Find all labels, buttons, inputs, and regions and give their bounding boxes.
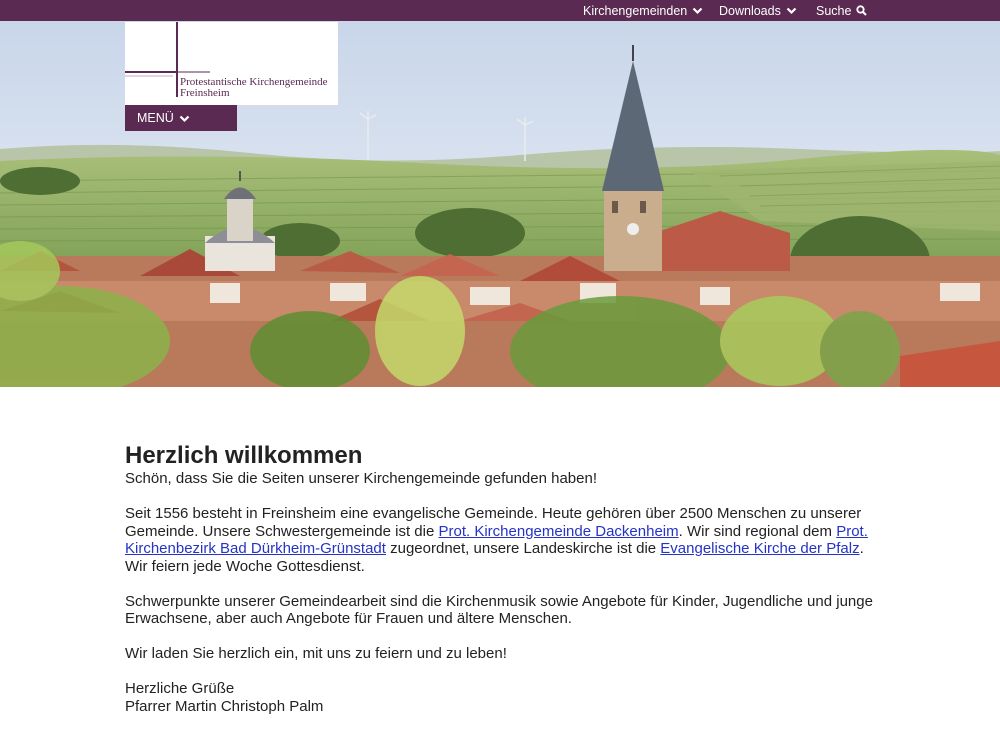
paragraph-invitation: Wir laden Sie herzlich ein, mit uns zu f…	[125, 645, 507, 662]
nav-downloads-label: Downloads	[719, 3, 781, 18]
nav-downloads[interactable]: Downloads	[719, 0, 797, 21]
signature: Pfarrer Martin Christoph Palm	[125, 697, 324, 715]
chevron-down-icon	[692, 5, 703, 16]
church-logo[interactable]: Protestantische Kirchengemeinde Freinshe…	[125, 22, 338, 105]
chevron-down-icon	[786, 5, 797, 16]
paragraph-history-text-c: zugeordnet, unsere Landeskirche ist die	[385, 540, 661, 557]
logo-text: Protestantische Kirchengemeinde Freinshe…	[180, 77, 328, 99]
intro-text: Schön, dass Sie die Seiten unserer Kirch…	[125, 470, 597, 487]
paragraph-history-text-b: . Wir sind regional dem	[678, 522, 837, 540]
logo-line-2: Freinsheim	[180, 87, 230, 99]
page-title: Herzlich willkommen	[125, 442, 363, 469]
paragraph-history: Seit 1556 besteht in Freinsheim eine eva…	[125, 505, 885, 575]
main-content: Herzlich willkommen Schön, dass Sie die …	[125, 442, 885, 715]
menu-button-label: MENÜ	[137, 111, 174, 125]
search-icon	[856, 5, 868, 16]
closing-greeting: Herzliche Grüße	[125, 680, 235, 697]
menu-button[interactable]: MENÜ	[125, 105, 237, 131]
link-dackenheim[interactable]: Prot. Kirchengemeinde Dackenheim	[439, 523, 679, 540]
nav-kirchengemeinden[interactable]: Kirchengemeinden	[583, 0, 703, 21]
link-landeskirche[interactable]: Evangelische Kirche der Pfalz	[660, 540, 859, 557]
paragraph-focus: Schwerpunkte unserer Gemeindearbeit sind…	[125, 592, 873, 628]
nav-suche-label: Suche	[816, 3, 852, 18]
nav-kirchengemeinden-label: Kirchengemeinden	[583, 3, 688, 18]
nav-suche[interactable]: Suche	[816, 0, 868, 21]
chevron-down-icon	[179, 113, 190, 124]
